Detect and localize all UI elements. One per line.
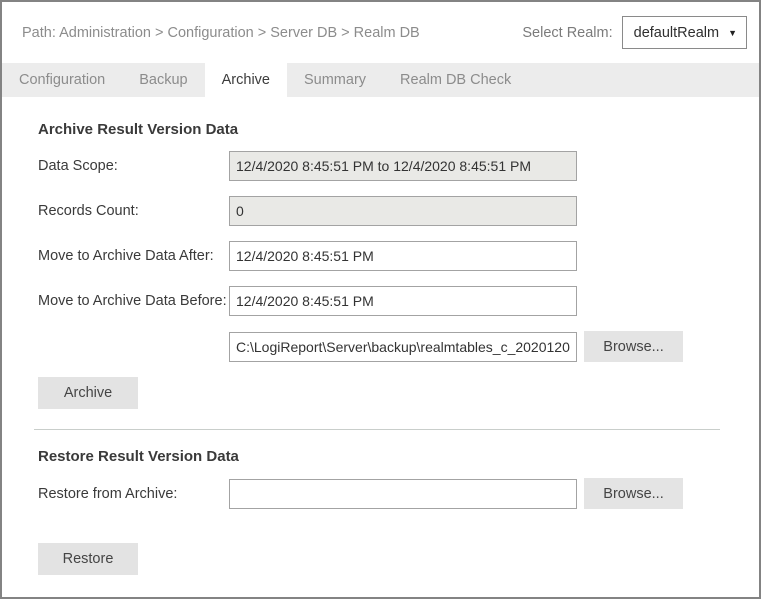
restore-button[interactable]: Restore [38,543,138,575]
archive-path-input[interactable] [229,332,577,362]
restore-from-input[interactable] [229,479,577,509]
tab-archive[interactable]: Archive [205,63,287,97]
archive-path-row: Browse... [38,331,723,362]
records-count-field [229,196,577,226]
section-divider [34,429,720,430]
move-before-row: Move to Archive Data Before: [38,286,723,316]
tab-summary[interactable]: Summary [287,63,383,97]
realm-select-value: defaultRealm [634,25,719,41]
data-scope-row: Data Scope: [38,151,723,181]
restore-browse-button[interactable]: Browse... [584,478,683,509]
records-count-label: Records Count: [38,203,229,219]
archive-button[interactable]: Archive [38,377,138,409]
data-scope-field [229,151,577,181]
move-before-input[interactable] [229,286,577,316]
move-after-input[interactable] [229,241,577,271]
restore-section-title: Restore Result Version Data [38,448,723,465]
move-after-label: Move to Archive Data After: [38,248,229,264]
select-realm-label: Select Realm: [522,25,612,41]
restore-from-row: Restore from Archive: Browse... [38,478,723,509]
select-realm-area: Select Realm: defaultRealm ▼ [522,16,747,49]
realm-select-dropdown[interactable]: defaultRealm ▼ [622,16,747,49]
data-scope-label: Data Scope: [38,158,229,174]
restore-from-label: Restore from Archive: [38,486,229,502]
header: Path: Administration > Configuration > S… [2,2,759,63]
tab-bar: Configuration Backup Archive Summary Rea… [2,63,759,97]
breadcrumb: Path: Administration > Configuration > S… [22,25,420,41]
move-after-row: Move to Archive Data After: [38,241,723,271]
archive-browse-button[interactable]: Browse... [584,331,683,362]
tab-backup[interactable]: Backup [122,63,204,97]
realm-db-admin-page: Path: Administration > Configuration > S… [0,0,761,599]
restore-button-row: Restore [38,543,723,575]
archive-button-row: Archive [38,377,723,409]
tab-realm-db-check[interactable]: Realm DB Check [383,63,528,97]
records-count-row: Records Count: [38,196,723,226]
tab-content-archive: Archive Result Version Data Data Scope: … [2,97,759,575]
tab-configuration[interactable]: Configuration [2,63,122,97]
move-before-label: Move to Archive Data Before: [38,293,229,309]
chevron-down-icon: ▼ [728,28,737,38]
archive-section-title: Archive Result Version Data [38,121,723,138]
